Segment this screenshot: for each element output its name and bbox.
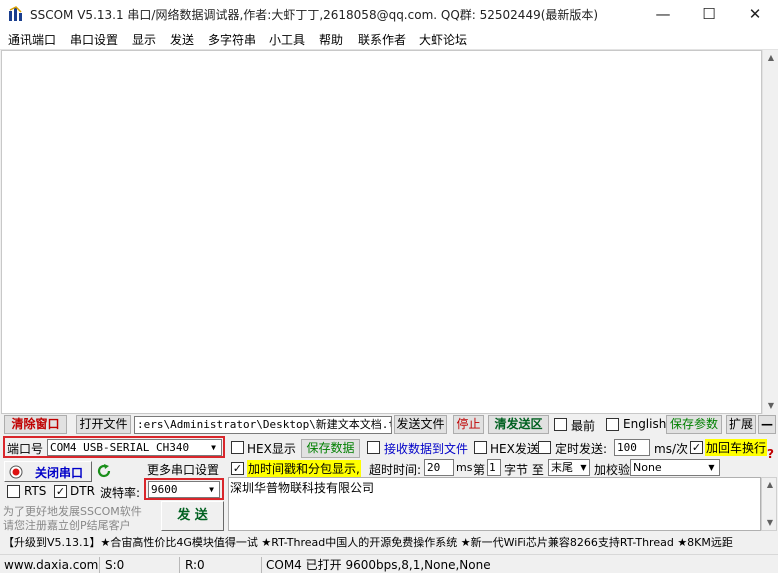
receive-area[interactable] [1, 50, 762, 414]
expand-button[interactable]: 扩展 [726, 415, 756, 434]
timed-send-label: 定时发送: [555, 442, 608, 456]
collapse-button[interactable]: — [758, 415, 776, 434]
website-link[interactable]: www.daxia.com [0, 557, 100, 573]
timeout-label: 超时时间: [369, 463, 422, 477]
port-select[interactable]: COM4 USB-SERIAL CH340 ▼ [47, 439, 222, 456]
clear-window-button[interactable]: 清除窗口 [4, 415, 67, 434]
dtr-label: DTR [70, 484, 95, 498]
hex-display-label: HEX显示 [247, 442, 296, 456]
scroll-down-icon[interactable]: ▼ [763, 398, 778, 414]
port-status-icon [9, 465, 23, 479]
scroll-up-icon[interactable]: ▲ [763, 50, 778, 66]
promo-line-2: 请您注册嘉立创P结尾客户 [3, 519, 131, 532]
port-select-group: 端口号 COM4 USB-SERIAL CH340 ▼ [3, 436, 225, 458]
more-settings-link[interactable]: 更多串口设置 [147, 461, 219, 478]
menu-contact-author[interactable]: 联系作者 [358, 31, 406, 48]
byte-label-2: 字节 至 [504, 463, 544, 477]
window-title: SSCOM V5.13.1 串口/网络数据调试器,作者:大虾丁丁,2618058… [30, 8, 599, 22]
file-path-input[interactable]: :ers\Administrator\Desktop\新建文本文档.txt [134, 416, 392, 434]
interval-input[interactable]: 100 [614, 439, 650, 456]
english-checkbox[interactable] [606, 418, 619, 431]
top-checkbox[interactable] [554, 418, 567, 431]
baud-label: 波特率: [100, 486, 141, 500]
hex-send-checkbox[interactable] [474, 441, 487, 454]
sent-count: S:0 [102, 557, 180, 573]
hex-display-checkbox[interactable] [231, 441, 244, 454]
top-label: 最前 [571, 419, 596, 433]
maximize-icon[interactable]: ☐ [686, 0, 732, 28]
scroll-up-icon[interactable]: ▲ [762, 478, 778, 492]
send-textarea[interactable]: 深圳华普物联科技有限公司 [228, 477, 761, 531]
title-bar: SSCOM V5.13.1 串口/网络数据调试器,作者:大虾丁丁,2618058… [0, 0, 778, 28]
port-label: 端口号 [7, 442, 44, 456]
baud-select[interactable]: 9600 ▼ [148, 481, 220, 498]
timeout-input[interactable]: 20 [424, 459, 454, 476]
send-text: 深圳华普物联科技有限公司 [230, 481, 375, 495]
stop-button[interactable]: 停止 [453, 415, 484, 434]
byte-start-input[interactable]: 1 [487, 459, 501, 476]
send-file-button[interactable]: 发送文件 [394, 415, 447, 434]
clear-send-button[interactable]: 清发送区 [488, 415, 549, 434]
menu-comm-port[interactable]: 通讯端口 [8, 31, 56, 48]
english-label: English [623, 417, 667, 431]
save-params-button[interactable]: 保存参数 [666, 415, 722, 434]
checksum-label: 加校验 [594, 463, 631, 477]
baud-value: 9600 [151, 483, 178, 496]
news-ticker[interactable]: 【升级到V5.13.1】★合宙高性价比4G模块值得一试 ★RT-Thread中国… [0, 534, 778, 553]
menu-tools[interactable]: 小工具 [269, 31, 305, 48]
scroll-down-icon[interactable]: ▼ [762, 516, 778, 530]
end-select[interactable]: 末尾 ▼ [548, 459, 590, 476]
chevron-down-icon: ▼ [209, 485, 214, 494]
dtr-checkbox[interactable]: ✓ [54, 485, 67, 498]
close-port-label: 关闭串口 [35, 466, 84, 480]
save-data-button[interactable]: 保存数据 [301, 439, 360, 458]
menu-help[interactable]: 帮助 [319, 31, 343, 48]
chevron-down-icon: ▼ [708, 463, 715, 472]
send-scrollbar[interactable]: ▲ ▼ [761, 477, 777, 531]
add-crlf-checkbox[interactable]: ✓ [690, 441, 703, 454]
timestamp-label: 加时间戳和分包显示, [247, 460, 361, 477]
receive-scrollbar[interactable]: ▲ ▼ [762, 50, 778, 414]
minimize-icon[interactable]: — [640, 0, 686, 28]
menu-forum[interactable]: 大虾论坛 [419, 31, 467, 48]
hex-send-label: HEX发送 [490, 442, 539, 456]
recv-to-file-label: 接收数据到文件 [384, 442, 469, 456]
add-crlf-label: 加回车换行 [705, 439, 768, 456]
chevron-down-icon: ▼ [211, 443, 216, 452]
port-value: COM4 USB-SERIAL CH340 [50, 441, 190, 454]
refresh-icon[interactable] [96, 463, 112, 479]
checksum-value: None [633, 461, 662, 474]
timeout-unit: ms [456, 461, 473, 474]
menu-serial-settings[interactable]: 串口设置 [70, 31, 118, 48]
help-icon[interactable]: ? [767, 447, 774, 461]
rts-checkbox[interactable] [7, 485, 20, 498]
end-value: 末尾 [551, 461, 573, 474]
rts-label: RTS [24, 484, 47, 498]
interval-unit: ms/次 [654, 442, 688, 456]
open-file-button[interactable]: 打开文件 [76, 415, 131, 434]
port-status: COM4 已打开 9600bps,8,1,None,None [266, 558, 491, 572]
send-button[interactable]: 发 送 [161, 501, 224, 531]
received-count: R:0 [182, 557, 262, 573]
timestamp-checkbox[interactable]: ✓ [231, 462, 244, 475]
app-icon [9, 6, 22, 21]
menu-bar: 通讯端口 串口设置 显示 发送 多字符串 小工具 帮助 联系作者 大虾论坛 [0, 28, 778, 50]
chevron-down-icon: ▼ [580, 463, 587, 472]
close-icon[interactable]: ✕ [732, 0, 778, 28]
byte-label-1: 第 [473, 463, 486, 477]
menu-display[interactable]: 显示 [132, 31, 156, 48]
checksum-select[interactable]: None ▼ [630, 459, 720, 476]
baud-select-group: 9600 ▼ [144, 478, 224, 500]
menu-send[interactable]: 发送 [170, 31, 194, 48]
close-port-button[interactable]: 关闭串口 [4, 461, 92, 482]
menu-multi-string[interactable]: 多字符串 [208, 31, 256, 48]
timed-send-checkbox[interactable] [538, 441, 551, 454]
recv-to-file-checkbox[interactable] [367, 441, 380, 454]
status-bar: www.daxia.com S:0 R:0 COM4 已打开 9600bps,8… [0, 554, 778, 573]
